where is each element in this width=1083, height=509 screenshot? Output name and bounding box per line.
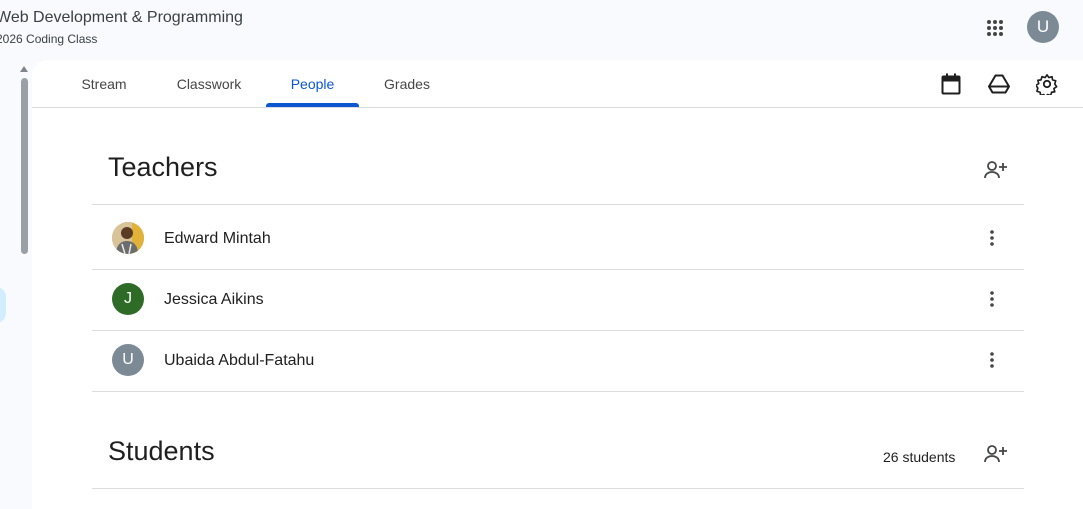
teachers-heading: Teachers <box>108 152 218 182</box>
invite-students-icon[interactable] <box>982 440 1010 468</box>
tab-classwork[interactable]: Classwork <box>164 60 254 107</box>
top-bar: Web Development & Programming 2026 Codin… <box>0 0 1083 60</box>
active-tab-indicator <box>266 103 359 107</box>
students-heading: Students <box>108 436 215 466</box>
main-panel: Stream Classwork People Grades Teachers … <box>32 60 1083 509</box>
apps-grid-icon <box>987 20 1003 36</box>
tab-grades[interactable]: Grades <box>372 60 442 107</box>
class-tabs: Stream Classwork People Grades <box>32 60 1083 108</box>
teacher-avatar-photo <box>112 222 144 254</box>
scroll-up-arrow-icon[interactable] <box>20 66 28 72</box>
divider <box>92 391 1024 392</box>
tab-stream[interactable]: Stream <box>64 60 144 107</box>
google-apps-icon[interactable] <box>980 13 1010 43</box>
calendar-icon[interactable] <box>938 71 964 97</box>
invite-teachers-icon[interactable] <box>982 156 1010 184</box>
sidebar-scrollbar[interactable] <box>21 78 28 254</box>
class-title[interactable]: Web Development & Programming <box>0 9 243 27</box>
student-count: 26 students <box>883 449 956 465</box>
more-options-icon[interactable] <box>978 224 1006 252</box>
teacher-name: Edward Mintah <box>164 230 271 247</box>
more-options-icon[interactable] <box>978 285 1006 313</box>
teacher-row[interactable]: U Ubaida Abdul-Fatahu <box>92 330 1024 390</box>
class-subtitle: 2026 Coding Class <box>0 32 98 46</box>
more-options-icon[interactable] <box>978 346 1006 374</box>
teacher-name: Jessica Aikins <box>164 291 264 308</box>
teacher-name: Ubaida Abdul-Fatahu <box>164 352 315 369</box>
tab-people[interactable]: People <box>266 60 359 107</box>
divider <box>92 488 1024 489</box>
teacher-row[interactable]: Edward Mintah <box>92 208 1024 268</box>
teacher-avatar: J <box>112 283 144 315</box>
account-avatar[interactable]: U <box>1027 11 1059 43</box>
settings-gear-icon[interactable] <box>1034 71 1060 97</box>
teacher-row[interactable]: J Jessica Aikins <box>92 269 1024 329</box>
teacher-avatar: U <box>112 344 144 376</box>
drive-icon[interactable] <box>986 71 1012 97</box>
classroom-app: Web Development & Programming 2026 Codin… <box>0 0 1083 509</box>
divider <box>92 204 1024 205</box>
